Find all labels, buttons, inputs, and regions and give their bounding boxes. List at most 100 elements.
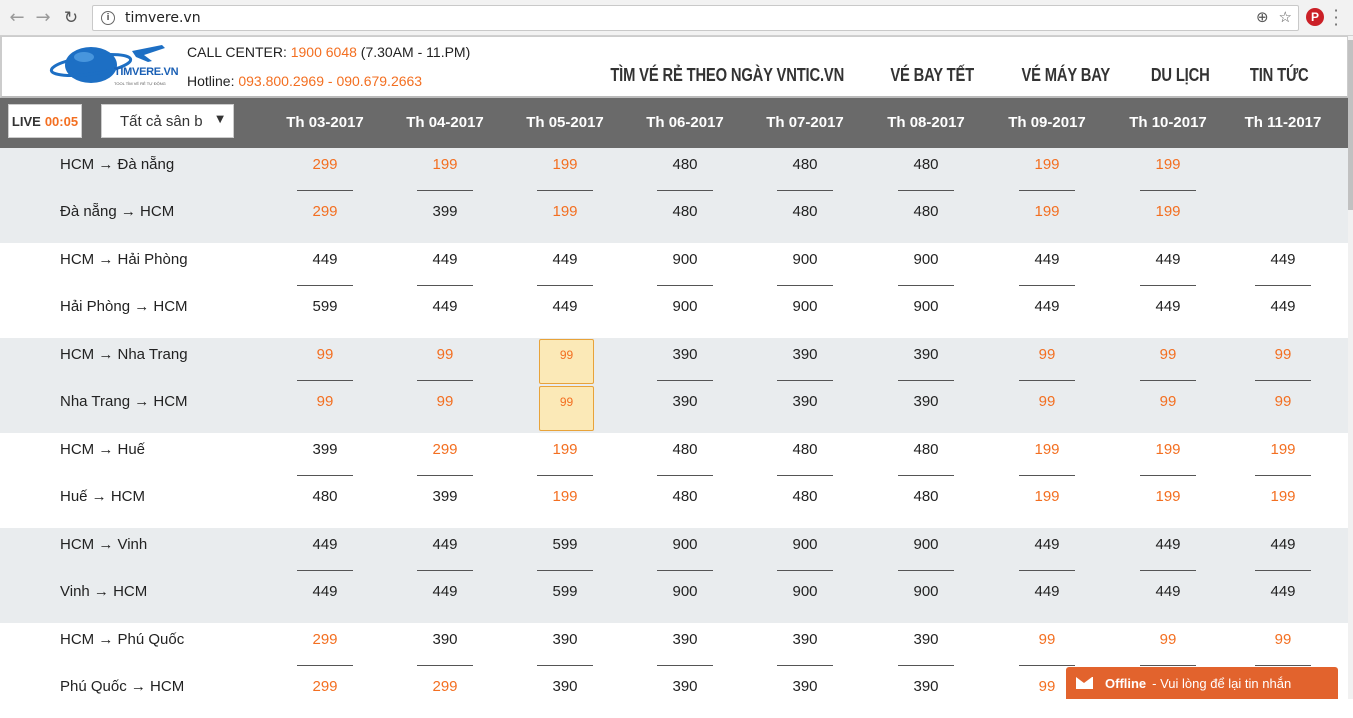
price-cell[interactable]: 480 [657, 156, 713, 173]
price-cell[interactable]: 390 [898, 631, 954, 648]
highlighted-price-cell[interactable]: 99 [539, 386, 594, 431]
price-cell[interactable]: 900 [898, 298, 954, 315]
scrollbar-thumb[interactable] [1348, 40, 1353, 210]
nav-link-ve-bay-tet[interactable]: VÉ BAY TẾT [890, 65, 974, 86]
call-center-number[interactable]: 1900 6048 [291, 44, 357, 60]
price-cell[interactable]: 390 [777, 678, 833, 695]
address-bar[interactable]: i timvere.vn ⊕ ☆ [92, 5, 1299, 31]
price-cell[interactable]: 390 [777, 393, 833, 410]
price-cell[interactable]: 199 [1019, 156, 1075, 173]
price-cell[interactable]: 900 [777, 251, 833, 268]
price-cell[interactable]: 449 [1140, 583, 1196, 600]
price-cell[interactable]: 449 [1255, 536, 1311, 553]
price-cell[interactable]: 299 [417, 441, 473, 458]
price-cell[interactable]: 199 [1140, 156, 1196, 173]
price-cell[interactable]: 390 [657, 678, 713, 695]
month-header[interactable]: Th 11-2017 [1223, 114, 1343, 131]
price-cell[interactable]: 199 [417, 156, 473, 173]
price-cell[interactable]: 299 [297, 678, 353, 695]
price-cell[interactable]: 449 [1019, 536, 1075, 553]
site-logo[interactable]: TIMVERE.VN TOOL TÌM VÉ RẺ TỰ ĐỘNG [44, 41, 179, 91]
chat-widget[interactable]: Offline - Vui lòng để lại tin nhắn [1066, 667, 1338, 699]
price-cell[interactable]: 299 [417, 678, 473, 695]
price-cell[interactable]: 449 [537, 298, 593, 315]
price-cell[interactable]: 900 [898, 583, 954, 600]
price-cell[interactable]: 449 [1019, 583, 1075, 600]
browser-menu-icon[interactable]: · · · [1333, 3, 1339, 33]
price-cell[interactable]: 480 [898, 156, 954, 173]
price-cell[interactable]: 399 [417, 488, 473, 505]
price-cell[interactable]: 199 [537, 203, 593, 220]
price-cell[interactable]: 480 [657, 488, 713, 505]
price-cell[interactable]: 199 [1019, 441, 1075, 458]
url-text[interactable]: timvere.vn [125, 10, 201, 26]
info-icon[interactable]: i [101, 11, 115, 25]
price-cell[interactable]: 449 [1255, 251, 1311, 268]
price-cell[interactable]: 99 [297, 393, 353, 410]
price-cell[interactable]: 99 [1255, 393, 1311, 410]
price-cell[interactable]: 390 [657, 346, 713, 363]
price-cell[interactable]: 449 [297, 583, 353, 600]
price-cell[interactable]: 480 [898, 203, 954, 220]
price-cell[interactable]: 390 [657, 393, 713, 410]
price-cell[interactable]: 599 [297, 298, 353, 315]
nav-link-tin-tuc[interactable]: TIN TỨC [1250, 65, 1309, 86]
price-cell[interactable]: 390 [657, 631, 713, 648]
price-cell[interactable]: 449 [417, 298, 473, 315]
price-cell[interactable]: 599 [537, 536, 593, 553]
price-cell[interactable]: 449 [1019, 298, 1075, 315]
price-cell[interactable]: 299 [297, 156, 353, 173]
price-cell[interactable]: 449 [1019, 251, 1075, 268]
price-cell[interactable]: 199 [537, 488, 593, 505]
price-cell[interactable]: 900 [657, 583, 713, 600]
hotline-numbers[interactable]: 093.800.2969 - 090.679.2663 [238, 73, 422, 89]
price-cell[interactable]: 199 [537, 156, 593, 173]
price-cell[interactable]: 99 [417, 346, 473, 363]
price-cell[interactable]: 900 [657, 251, 713, 268]
price-cell[interactable]: 199 [1140, 203, 1196, 220]
price-cell[interactable]: 480 [898, 488, 954, 505]
nav-link-ve-may-bay[interactable]: VÉ MÁY BAY [1021, 65, 1110, 86]
price-cell[interactable]: 480 [777, 441, 833, 458]
price-cell[interactable]: 99 [1019, 631, 1075, 648]
price-cell[interactable]: 900 [777, 536, 833, 553]
price-cell[interactable]: 390 [777, 346, 833, 363]
month-header[interactable]: Th 06-2017 [625, 114, 745, 131]
price-cell[interactable]: 900 [777, 298, 833, 315]
nav-link-tim-ve-re[interactable]: TÌM VÉ RẺ THEO NGÀY VNTIC.VN [610, 65, 844, 86]
price-cell[interactable]: 449 [1140, 251, 1196, 268]
price-cell[interactable]: 480 [777, 203, 833, 220]
price-cell[interactable]: 390 [537, 631, 593, 648]
bookmark-star-icon[interactable]: ☆ [1279, 8, 1292, 26]
price-cell[interactable]: 99 [1140, 631, 1196, 648]
price-cell[interactable]: 480 [657, 441, 713, 458]
arrow-right-icon[interactable]: → [32, 7, 54, 29]
month-header[interactable]: Th 08-2017 [866, 114, 986, 131]
month-header[interactable]: Th 03-2017 [265, 114, 385, 131]
price-cell[interactable]: 449 [417, 583, 473, 600]
price-cell[interactable]: 199 [1255, 488, 1311, 505]
page-scrollbar[interactable] [1348, 36, 1353, 699]
zoom-icon[interactable]: ⊕ [1256, 8, 1269, 26]
price-cell[interactable]: 480 [898, 441, 954, 458]
month-header[interactable]: Th 07-2017 [745, 114, 865, 131]
price-cell[interactable]: 449 [1255, 583, 1311, 600]
price-cell[interactable]: 449 [417, 251, 473, 268]
price-cell[interactable]: 199 [1255, 441, 1311, 458]
price-cell[interactable]: 99 [1019, 346, 1075, 363]
price-cell[interactable]: 449 [1140, 298, 1196, 315]
price-cell[interactable]: 99 [1255, 631, 1311, 648]
price-cell[interactable]: 480 [657, 203, 713, 220]
price-cell[interactable]: 599 [537, 583, 593, 600]
price-cell[interactable]: 449 [417, 536, 473, 553]
price-cell[interactable]: 299 [297, 631, 353, 648]
price-cell[interactable]: 199 [1140, 488, 1196, 505]
price-cell[interactable]: 99 [1255, 346, 1311, 363]
price-cell[interactable]: 399 [417, 203, 473, 220]
nav-link-du-lich[interactable]: DU LỊCH [1151, 65, 1210, 86]
price-cell[interactable]: 99 [1140, 346, 1196, 363]
price-cell[interactable]: 199 [1019, 203, 1075, 220]
price-cell[interactable]: 449 [1255, 298, 1311, 315]
price-cell[interactable]: 390 [537, 678, 593, 695]
month-header[interactable]: Th 10-2017 [1108, 114, 1228, 131]
